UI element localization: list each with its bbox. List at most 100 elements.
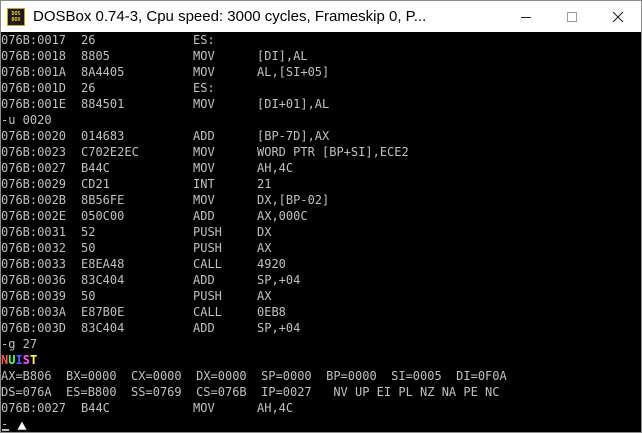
line-address: 076B:0018 bbox=[1, 49, 67, 63]
line-operands: [DI+01],AL bbox=[257, 97, 330, 111]
line-operands: 0EB8 bbox=[257, 305, 286, 319]
line-operands: DX,[BP-02] bbox=[257, 193, 330, 207]
line-address: 076B:0033 bbox=[1, 257, 67, 271]
nuist-letter-t: T bbox=[29, 353, 38, 367]
disasm-line: 076B:0027 B44C MOV AH,4C bbox=[1, 160, 641, 176]
line-address: 076B:003A bbox=[1, 305, 67, 319]
line-hex: 26 bbox=[81, 33, 96, 47]
line-mnemonic: ADD bbox=[193, 273, 215, 287]
disasm-line: 076B:001D 26 ES: bbox=[1, 80, 641, 96]
line-hex: B44C bbox=[81, 161, 110, 175]
maximize-button[interactable] bbox=[549, 1, 595, 32]
disasm-line: 076B:0018 8805 MOV [DI],AL bbox=[1, 48, 641, 64]
line-hex: 014683 bbox=[81, 129, 125, 143]
minimize-icon bbox=[521, 16, 531, 18]
register-line-1: AX=B806 BX=0000 CX=0000 DX=0000 SP=0000 … bbox=[1, 369, 507, 383]
line-hex: 26 bbox=[81, 81, 96, 95]
line-operands: SP,+04 bbox=[257, 273, 301, 287]
nuist-letter-s: S bbox=[22, 353, 30, 367]
line-mnemonic: PUSH bbox=[193, 241, 222, 255]
disasm-line: 076B:003D 83C404 ADD SP,+04 bbox=[1, 320, 641, 336]
line-hex: 83C404 bbox=[81, 273, 125, 287]
disasm-line: 076B:0020 014683 ADD [BP-7D],AX bbox=[1, 128, 641, 144]
line-operands: AL,[SI+05] bbox=[257, 65, 330, 79]
line-operands: AH,4C bbox=[257, 401, 294, 415]
line-mnemonic: PUSH bbox=[193, 225, 222, 239]
line-mnemonic: MOV bbox=[193, 145, 215, 159]
dosbox-icon[interactable]: DOS BOX bbox=[7, 7, 25, 26]
line-operands: WORD PTR [BP+SI],ECE2 bbox=[257, 145, 409, 159]
mouse-pointer-icon bbox=[17, 421, 27, 431]
disasm-line: 076B:001A 8A4405 MOV AL,[SI+05] bbox=[1, 64, 641, 80]
line-address: 076B:0027 bbox=[1, 401, 67, 415]
line-mnemonic: MOV bbox=[193, 49, 215, 63]
line-mnemonic: MOV bbox=[193, 161, 215, 175]
line-mnemonic: PUSH bbox=[193, 289, 222, 303]
line-hex: B44C bbox=[81, 401, 110, 415]
window-title: DOSBox 0.74-3, Cpu speed: 3000 cycles, F… bbox=[33, 8, 427, 25]
line-operands: 21 bbox=[257, 177, 272, 191]
disasm-line: 076B:001E 884501 MOV [DI+01],AL bbox=[1, 96, 641, 112]
line-address: 076B:0032 bbox=[1, 241, 67, 255]
line-address: 076B:002B bbox=[1, 193, 67, 207]
close-button[interactable] bbox=[595, 1, 641, 32]
line-address: 076B:002E bbox=[1, 209, 67, 223]
line-mnemonic: ES: bbox=[193, 33, 215, 47]
line-address: 076B:0029 bbox=[1, 177, 67, 191]
line-address: 076B:001A bbox=[1, 65, 67, 79]
line-hex: 52 bbox=[81, 225, 96, 239]
current-instruction-line: 076B:0027 B44C MOV AH,4C bbox=[1, 400, 641, 416]
line-mnemonic: MOV bbox=[193, 193, 215, 207]
line-hex: E8EA48 bbox=[81, 257, 125, 271]
line-mnemonic: MOV bbox=[193, 65, 215, 79]
text-cursor bbox=[2, 429, 9, 431]
line-hex: 050C00 bbox=[81, 209, 125, 223]
line-hex: E87B0E bbox=[81, 305, 125, 319]
icon-label-bottom: BOX bbox=[11, 16, 21, 23]
dosbox-window: DOS BOX DOSBox 0.74-3, Cpu speed: 3000 c… bbox=[0, 0, 642, 433]
line-address: 076B:001E bbox=[1, 97, 67, 111]
disasm-line: 076B:002B 8B56FE MOV DX,[BP-02] bbox=[1, 192, 641, 208]
line-hex: CD21 bbox=[81, 177, 110, 191]
line-hex: 83C404 bbox=[81, 321, 125, 335]
line-mnemonic: MOV bbox=[193, 401, 215, 415]
line-mnemonic: ADD bbox=[193, 129, 215, 143]
disasm-line: 076B:0032 50 PUSH AX bbox=[1, 240, 641, 256]
line-operands: [BP-7D],AX bbox=[257, 129, 330, 143]
register-line-2: DS=076A ES=B800 SS=0769 CS=076B IP=0027 … bbox=[1, 385, 500, 399]
line-mnemonic: ADD bbox=[193, 209, 215, 223]
disasm-line: 076B:0031 52 PUSH DX bbox=[1, 224, 641, 240]
line-hex: 50 bbox=[81, 241, 96, 255]
disasm-line: 076B:003A E87B0E CALL 0EB8 bbox=[1, 304, 641, 320]
line-address: 076B:0020 bbox=[1, 129, 67, 143]
line-mnemonic: CALL bbox=[193, 257, 222, 271]
title-bar[interactable]: DOS BOX DOSBox 0.74-3, Cpu speed: 3000 c… bbox=[1, 1, 641, 32]
window-controls bbox=[503, 1, 641, 32]
line-operands: [DI],AL bbox=[257, 49, 308, 63]
line-hex: 50 bbox=[81, 289, 96, 303]
line-mnemonic: MOV bbox=[193, 97, 215, 111]
disasm-line: 076B:0033 E8EA48 CALL 4920 bbox=[1, 256, 641, 272]
line-operands: AH,4C bbox=[257, 161, 294, 175]
command-line-unassemble: -u 0020 bbox=[1, 113, 52, 127]
line-hex: 884501 bbox=[81, 97, 125, 111]
disasm-line: 076B:0017 26 ES: bbox=[1, 32, 641, 48]
line-address: 076B:0017 bbox=[1, 33, 67, 47]
line-address: 076B:0031 bbox=[1, 225, 67, 239]
nuist-letter-i: I bbox=[15, 353, 23, 367]
command-prompt[interactable]: - bbox=[1, 416, 641, 432]
minimize-button[interactable] bbox=[503, 1, 549, 32]
line-address: 076B:001D bbox=[1, 81, 67, 95]
disasm-line: 076B:0039 50 PUSH AX bbox=[1, 288, 641, 304]
line-mnemonic: ES: bbox=[193, 81, 215, 95]
line-mnemonic: ADD bbox=[193, 321, 215, 335]
line-hex: 8805 bbox=[81, 49, 110, 63]
disasm-line: 076B:0023 C702E2EC MOV WORD PTR [BP+SI],… bbox=[1, 144, 641, 160]
line-mnemonic: INT bbox=[193, 177, 215, 191]
line-hex: C702E2EC bbox=[81, 145, 139, 159]
close-icon bbox=[612, 11, 624, 22]
line-operands: AX bbox=[257, 241, 272, 255]
line-operands: DX bbox=[257, 225, 272, 239]
line-address: 076B:0039 bbox=[1, 289, 67, 303]
dos-console[interactable]: 076B:0017 26 ES: 076B:0018 8805 MOV [DI]… bbox=[1, 32, 641, 432]
